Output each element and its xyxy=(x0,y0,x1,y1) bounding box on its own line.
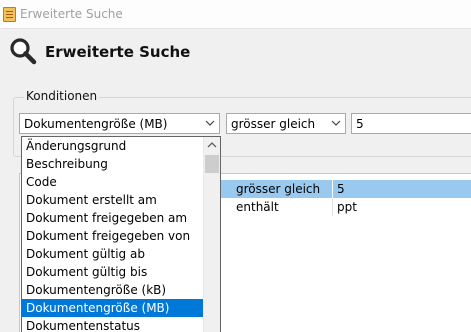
dropdown-option-selected[interactable]: Dokumentengröße (MB) xyxy=(22,299,203,317)
page-title: Erweiterte Suche xyxy=(45,43,191,61)
table-row[interactable]: enthält ppt xyxy=(199,198,471,216)
field-select-value: Dokumentengröße (MB) xyxy=(24,117,168,131)
row-value: ppt xyxy=(337,200,357,214)
dropdown-option[interactable]: Dokumentengröße (kB) xyxy=(22,281,203,299)
chevron-down-icon xyxy=(331,120,341,126)
row-operator: grösser gleich xyxy=(236,182,321,196)
magnifier-icon xyxy=(10,38,37,65)
scroll-up-arrow-icon[interactable] xyxy=(204,137,220,154)
table-row[interactable]: grösser gleich 5 xyxy=(199,180,471,198)
dropdown-option[interactable]: Dokumentenstatus xyxy=(22,317,203,332)
field-dropdown-list[interactable]: Änderungsgrund Beschreibung Code Dokumen… xyxy=(21,136,221,332)
dropdown-option[interactable]: Dokument freigegeben von xyxy=(22,227,203,245)
dropdown-option[interactable]: Dokument erstellt am xyxy=(22,191,203,209)
row-operator: enthält xyxy=(236,200,279,214)
conditions-group-label: Konditionen xyxy=(24,89,100,103)
column-divider xyxy=(332,198,333,216)
window-title: Erweiterte Suche xyxy=(20,7,123,21)
operator-select-value: grösser gleich xyxy=(231,117,316,131)
dropdown-option[interactable]: Änderungsgrund xyxy=(22,137,203,155)
column-divider xyxy=(332,180,333,198)
dropdown-option[interactable]: Code xyxy=(22,173,203,191)
row-value: 5 xyxy=(337,182,345,196)
chevron-down-icon xyxy=(205,120,215,126)
field-select[interactable]: Dokumentengröße (MB) xyxy=(19,113,220,134)
dropdown-option[interactable]: Beschreibung xyxy=(22,155,203,173)
title-bar: Erweiterte Suche xyxy=(0,0,471,29)
document-app-icon xyxy=(3,7,16,22)
dropdown-scrollbar[interactable] xyxy=(203,137,220,332)
dropdown-option[interactable]: Dokument gültig bis xyxy=(22,263,203,281)
dropdown-option[interactable]: Dokument freigegeben am xyxy=(22,209,203,227)
value-input[interactable]: 5 xyxy=(351,113,471,134)
operator-select[interactable]: grösser gleich xyxy=(226,113,346,134)
scrollbar-thumb[interactable] xyxy=(205,155,219,173)
dropdown-option[interactable]: Dokument gültig ab xyxy=(22,245,203,263)
